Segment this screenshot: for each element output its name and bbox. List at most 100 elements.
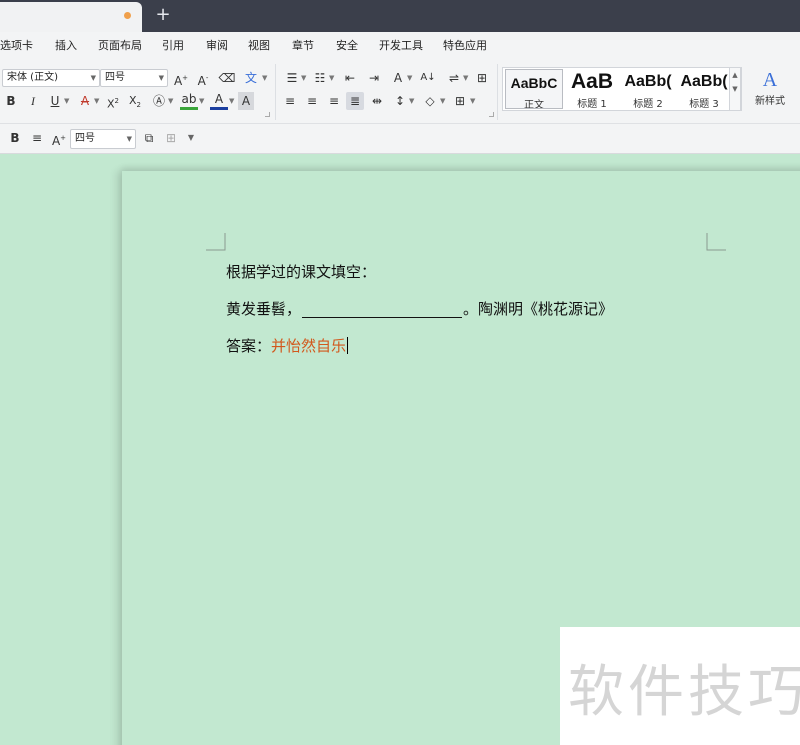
numbered-list-icon[interactable]: ☷ — [312, 69, 328, 87]
bold-icon[interactable]: B — [2, 92, 20, 110]
sort-icon[interactable]: A↓ — [420, 69, 436, 87]
format-painter-icon[interactable]: ⧉ — [140, 129, 158, 147]
poem-line-suffix: 。陶渊明《桃花源记》 — [463, 300, 614, 318]
style-gallery-scroll[interactable]: ▲ ▼ — [729, 67, 741, 111]
justify-icon[interactable]: ≣ — [346, 92, 364, 110]
menu-tab-view[interactable]: 视图 — [248, 32, 270, 60]
paragraph-answer: 答案：并怡然自乐 — [226, 335, 349, 356]
phonetic-guide-icon[interactable]: 文 — [242, 69, 260, 87]
chevron-down-icon[interactable]: ▼ — [301, 74, 306, 82]
style-label: 标题 2 — [633, 99, 663, 109]
chevron-down-icon[interactable]: ▼ — [470, 97, 475, 105]
font-dialog-launcher-icon[interactable] — [265, 112, 270, 117]
watermark: 软件技巧 — [560, 627, 800, 745]
menu-tab-section[interactable]: 章节 — [292, 32, 314, 60]
char-shading-icon[interactable]: A — [238, 92, 254, 110]
paragraph-shading-icon[interactable]: ◇ — [422, 92, 438, 110]
paragraph-question: 根据学过的课文填空： — [226, 261, 376, 282]
question-text: 根据学过的课文填空： — [226, 263, 377, 281]
paragraph-dialog-launcher-icon[interactable] — [489, 112, 494, 117]
superscript-icon[interactable]: X2 — [104, 92, 122, 111]
chevron-down-icon[interactable]: ▼ — [262, 74, 267, 82]
borders-icon[interactable]: ⊞ — [452, 92, 468, 110]
line-spacing-icon[interactable]: ↕ — [392, 92, 408, 110]
style-label: 标题 1 — [577, 99, 607, 109]
chevron-down-icon[interactable]: ▼ — [229, 97, 234, 105]
style-sample: AaBbC — [510, 75, 558, 91]
style-label: 标题 3 — [689, 99, 719, 109]
watermark-text: 软件技巧 — [568, 660, 800, 725]
fill-blank-underline — [302, 301, 463, 318]
style-gallery: AaBbC 正文 AaB 标题 1 AaBb( 标题 2 AaBb( 标题 3 — [502, 67, 742, 111]
distribute-icon[interactable]: ⇹ — [368, 92, 386, 110]
menu-tab-special[interactable]: 特色应用 — [443, 32, 487, 60]
chevron-down-icon[interactable]: ▼ — [329, 74, 334, 82]
highlight-icon[interactable]: ab — [180, 92, 198, 110]
strikethrough-icon[interactable]: A — [76, 92, 94, 110]
underline-icon[interactable]: U — [46, 92, 64, 110]
chevron-down-icon[interactable]: ▼ — [199, 97, 204, 105]
title-bar: + — [0, 0, 800, 32]
menu-bar: 选项卡 插入 页面布局 引用 审阅 视图 章节 安全 开发工具 特色应用 — [0, 32, 800, 60]
style-heading-3[interactable]: AaBb( 标题 3 — [675, 69, 733, 109]
chevron-down-icon[interactable]: ▼ — [463, 74, 468, 82]
menu-tab-options[interactable]: 选项卡 — [0, 32, 33, 60]
table-icon[interactable]: ⊞ — [162, 129, 180, 147]
font-color-icon[interactable]: A — [210, 92, 228, 110]
menu-tab-page-layout[interactable]: 页面布局 — [98, 32, 142, 60]
chevron-down-icon[interactable]: ▼ — [409, 97, 414, 105]
quick-font-size-select[interactable]: 四号 ▼ — [70, 129, 136, 149]
text-direction-icon[interactable]: A — [390, 69, 406, 87]
menu-tab-references[interactable]: 引用 — [162, 32, 184, 60]
clear-format-icon[interactable]: ⌫ — [218, 69, 236, 87]
menu-tab-developer[interactable]: 开发工具 — [379, 32, 423, 60]
bullet-list-icon[interactable]: ☰ — [284, 69, 300, 87]
align-center-icon[interactable]: ≡ — [28, 129, 46, 147]
top-right-margin-mark — [706, 233, 726, 251]
top-left-margin-mark — [206, 233, 226, 251]
shrink-font-icon[interactable]: A- — [194, 69, 212, 88]
line-break-icon[interactable]: ⇌ — [446, 69, 462, 87]
divider — [275, 64, 276, 120]
quick-font-size-value: 四号 — [75, 133, 95, 144]
chevron-down-icon[interactable]: ▼ — [94, 97, 99, 105]
chevron-down-icon[interactable]: ▼ — [440, 97, 445, 105]
decrease-indent-icon[interactable]: ⇤ — [342, 69, 358, 87]
divider — [497, 64, 498, 120]
unsaved-dot-icon — [124, 12, 131, 19]
grow-font-icon[interactable]: A+ — [50, 129, 68, 148]
bold-icon[interactable]: B — [6, 129, 24, 147]
subscript-icon[interactable]: X2 — [126, 92, 144, 110]
style-heading-1[interactable]: AaB 标题 1 — [563, 69, 621, 109]
menu-tab-review[interactable]: 审阅 — [206, 32, 228, 60]
style-label: 正文 — [524, 100, 544, 109]
answer-label: 答案： — [226, 337, 272, 355]
toolbar-more-icon[interactable]: ▼ — [184, 129, 198, 147]
chevron-down-icon[interactable]: ▼ — [407, 74, 412, 82]
font-name-select[interactable]: 宋体 (正文) ▼ — [2, 69, 100, 87]
style-normal[interactable]: AaBbC 正文 — [505, 69, 563, 109]
menu-tab-insert[interactable]: 插入 — [55, 32, 77, 60]
style-sample: AaBb( — [624, 73, 672, 90]
grow-font-icon[interactable]: A+ — [172, 69, 190, 88]
increase-indent-icon[interactable]: ⇥ — [366, 69, 382, 87]
text-effect-icon[interactable]: Ⓐ — [150, 92, 168, 110]
align-right-icon[interactable]: ≡ — [326, 92, 342, 110]
chevron-down-icon[interactable]: ▼ — [168, 97, 173, 105]
align-left-icon[interactable]: ≡ — [282, 92, 298, 110]
chevron-down-icon: ▼ — [158, 74, 164, 82]
new-style-button[interactable]: A 新样式 — [748, 68, 792, 107]
italic-icon[interactable]: I — [24, 92, 42, 110]
chevron-down-icon[interactable]: ▼ — [64, 97, 69, 105]
show-marks-icon[interactable]: ⊞ — [474, 69, 490, 87]
align-center-icon[interactable]: ≡ — [304, 92, 320, 110]
poem-line-prefix: 黄发垂髫， — [226, 300, 302, 318]
document-tab[interactable] — [0, 2, 142, 32]
new-style-label: 新样式 — [755, 96, 785, 107]
answer-text: 并怡然自乐 — [271, 337, 347, 355]
style-heading-2[interactable]: AaBb( 标题 2 — [619, 69, 677, 109]
plus-icon[interactable]: + — [152, 3, 174, 27]
menu-tab-security[interactable]: 安全 — [336, 32, 358, 60]
paragraph-fill-blank: 黄发垂髫， 。陶渊明《桃花源记》 — [226, 298, 613, 319]
font-size-select[interactable]: 四号 ▼ — [100, 69, 168, 87]
